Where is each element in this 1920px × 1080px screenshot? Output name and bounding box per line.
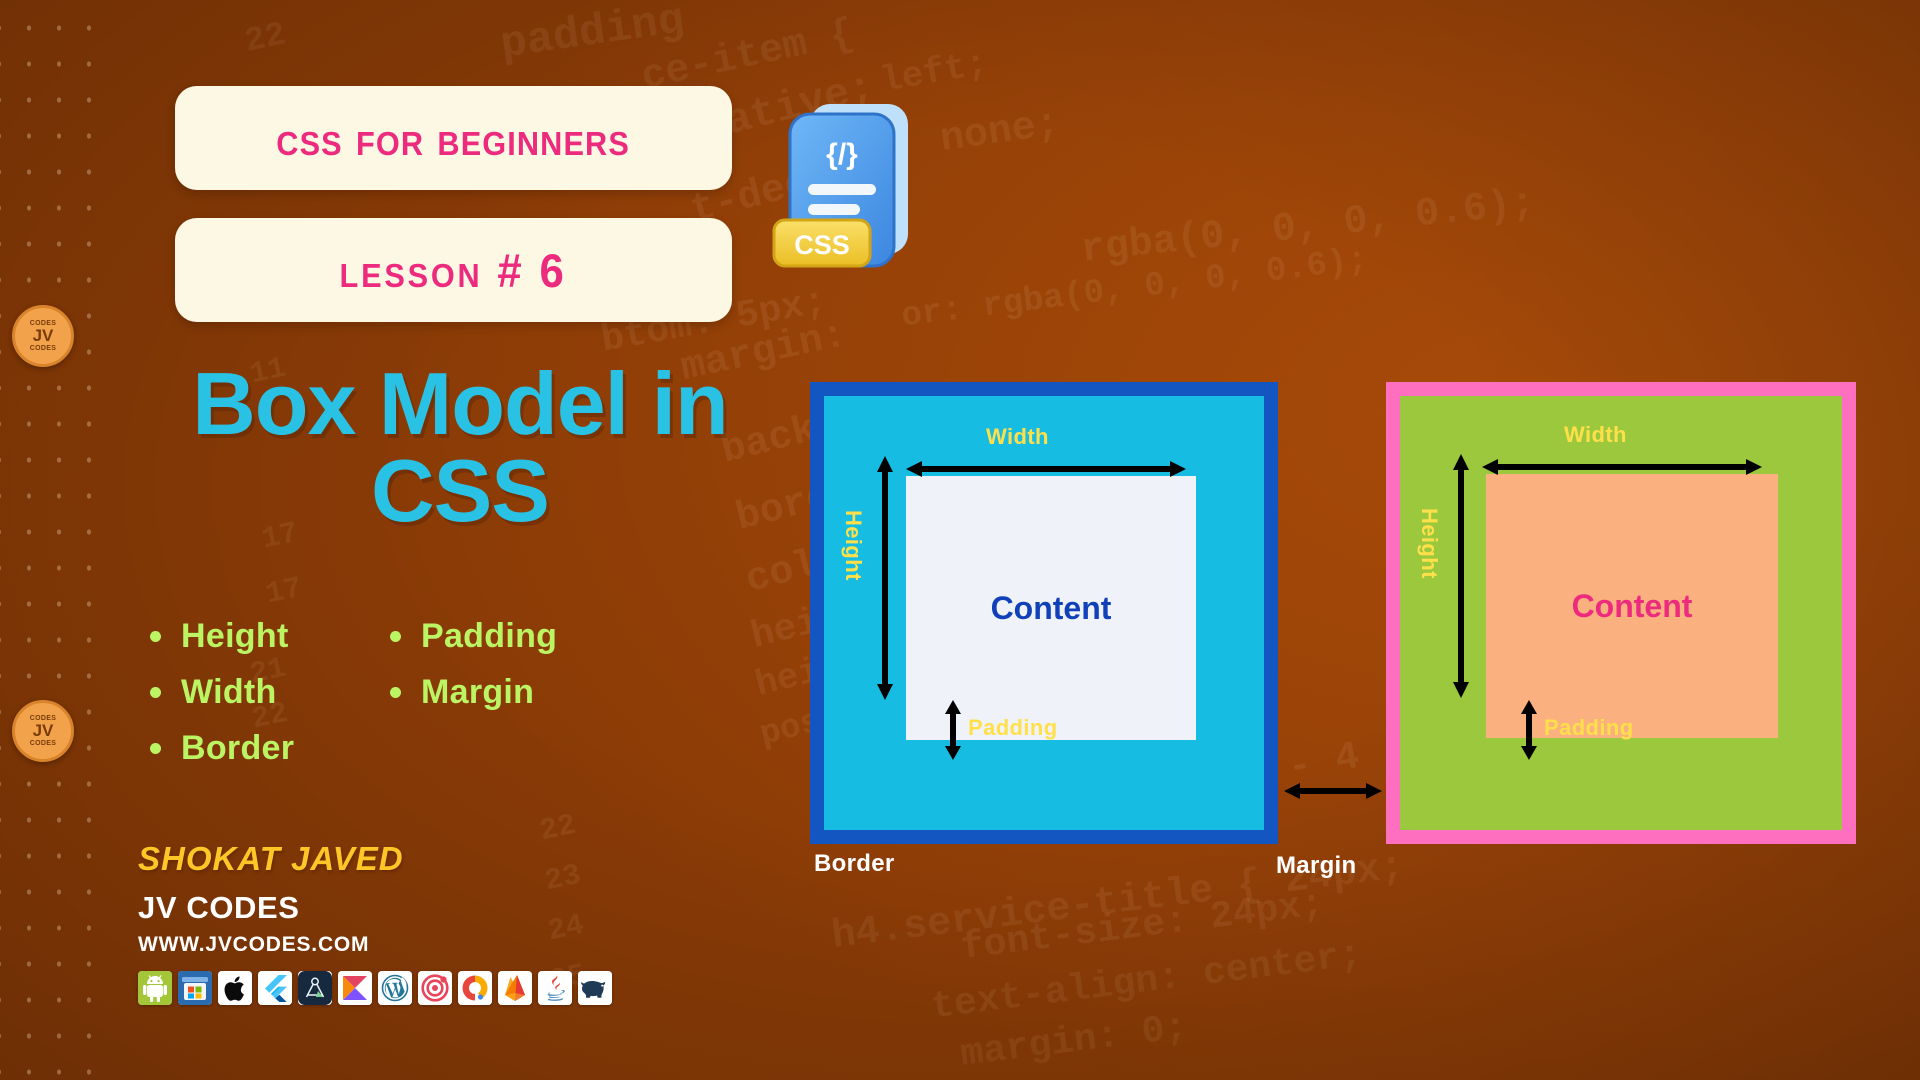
flutter-icon: [258, 971, 292, 1005]
apple-icon: [218, 971, 252, 1005]
android-icon: [138, 971, 172, 1005]
left-content-column: CSS for Beginners Lesson # 6 Box Model i…: [0, 0, 800, 1080]
blue-content-label: Content: [990, 589, 1112, 626]
pink-content-label: Content: [1571, 587, 1693, 624]
topic-item: Padding: [390, 617, 630, 656]
brand-url: WWW.JVCODES.COM: [138, 933, 370, 956]
topic-label: Border: [181, 728, 295, 767]
topic-label: Width: [181, 672, 277, 711]
lesson-number-pill: Lesson # 6: [175, 218, 732, 322]
pink-content-layer: Content: [1486, 474, 1778, 738]
blue-width-arrow: [906, 461, 1186, 477]
google-ads-icon: [458, 971, 492, 1005]
blue-height-label: Height: [841, 510, 866, 581]
page-title: Box Model in CSS: [192, 354, 729, 541]
blue-box-model: Content Width Height Padding: [810, 382, 1278, 844]
bullet-dot: [150, 742, 161, 754]
bullet-dot: [150, 630, 161, 642]
blue-padding-arrow: [945, 700, 961, 760]
brand-name: JV CODES: [138, 890, 300, 925]
pink-padding-label: Padding: [1544, 715, 1634, 740]
pink-padding-arrow: [1521, 700, 1537, 760]
microsoft-store-icon: [178, 971, 212, 1005]
java-icon: [538, 971, 572, 1005]
topic-list: Height Padding Width Margin Border: [150, 608, 670, 776]
topic-item: Height: [150, 617, 390, 656]
blue-border-caption: Border: [814, 850, 895, 877]
topic-label: Margin: [421, 672, 535, 711]
php-elephant-icon: [578, 971, 612, 1005]
ionic-icon: [418, 971, 452, 1005]
topic-label: Padding: [421, 616, 558, 655]
topic-item: Border: [150, 729, 390, 768]
margin-arrow: [1284, 783, 1382, 799]
bullet-dot: [390, 686, 401, 698]
xcode-icon: [298, 971, 332, 1005]
course-title-pill: CSS for Beginners: [175, 86, 732, 190]
blue-width-label: Width: [986, 424, 1049, 449]
pink-width-arrow: [1482, 459, 1762, 475]
firebase-icon: [498, 971, 532, 1005]
course-title-text: CSS for Beginners: [276, 111, 631, 165]
bullet-dot: [150, 686, 161, 698]
bullet-dot: [390, 630, 401, 642]
wordpress-icon: [378, 971, 412, 1005]
blue-height-arrow: [877, 456, 893, 700]
pink-height-arrow: [1453, 454, 1469, 698]
brand-block: SHOKAT JAVED JV CODES WWW.JVCODES.COM: [138, 840, 658, 1005]
pink-box-model: Content Width Height Padding: [1386, 382, 1856, 844]
tech-icon-row: [138, 971, 658, 1005]
topic-label: Height: [181, 616, 289, 655]
pink-height-label: Height: [1417, 508, 1442, 579]
margin-caption: Margin: [1276, 852, 1357, 879]
box-model-diagram: Content Width Height Padding Border Marg…: [800, 0, 1920, 1080]
kotlin-icon: [338, 971, 372, 1005]
author-name: SHOKAT JAVED: [138, 840, 404, 877]
blue-padding-label: Padding: [968, 715, 1058, 740]
topic-item: Width: [150, 673, 390, 712]
pink-width-label: Width: [1564, 422, 1627, 447]
lesson-number-text: Lesson # 6: [339, 243, 568, 297]
topic-item: Margin: [390, 673, 630, 712]
